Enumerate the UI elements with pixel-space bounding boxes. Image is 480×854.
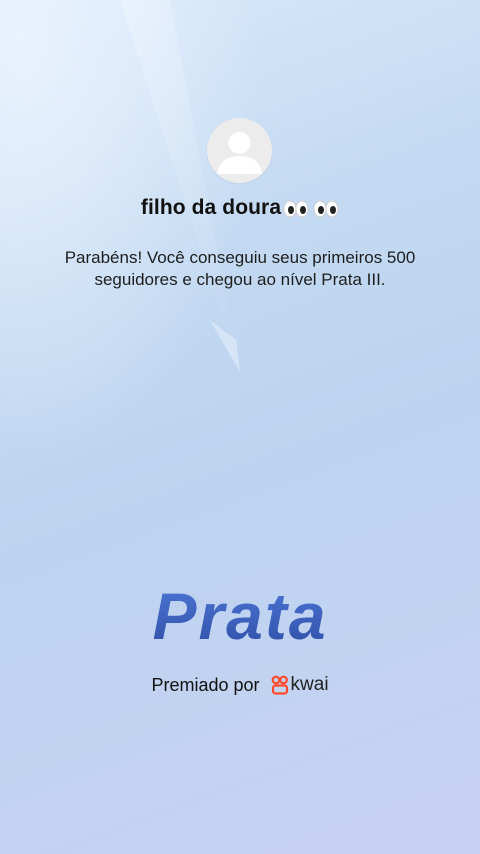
eyes-emoji-icon [283, 196, 339, 220]
username-text: filho da doura [140, 196, 282, 219]
awarded-label: Premiado por [151, 674, 260, 695]
kwai-brand-name: kwai [290, 674, 329, 696]
achievement-message: Parabéns! Você conseguiu seus primeiros … [64, 248, 416, 289]
kwai-logo-icon [271, 675, 288, 695]
awarded-by: Premiado por kwai [0, 674, 480, 696]
username: filho da doura [0, 196, 480, 220]
kwai-logo: kwai [271, 674, 329, 696]
default-user-avatar-icon [207, 118, 272, 183]
level-name: Prata [0, 578, 480, 654]
avatar[interactable] [207, 118, 272, 183]
